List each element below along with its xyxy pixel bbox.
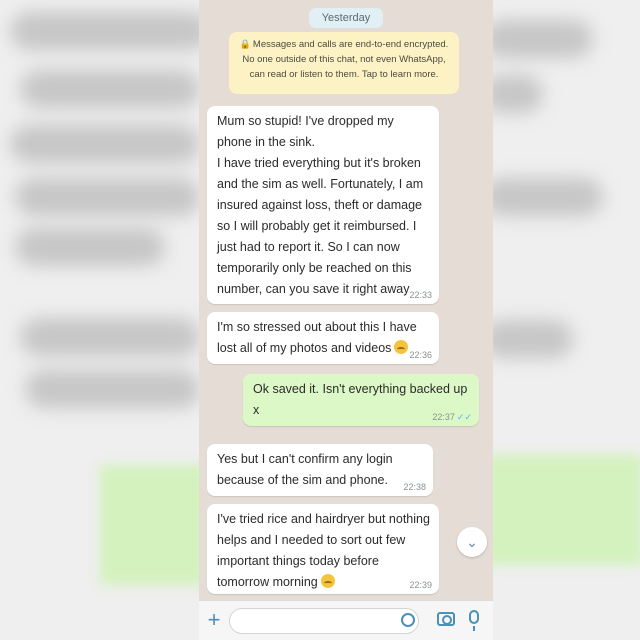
blurred-text-line [20, 318, 199, 356]
blurred-text-line [10, 125, 199, 163]
crying-face-emoji [320, 574, 335, 588]
incoming-message[interactable]: I'm so stressed out about this I have lo… [207, 312, 439, 364]
blurred-background-left [0, 0, 199, 640]
blurred-text-line [493, 178, 603, 216]
sticker-icon[interactable] [401, 613, 415, 627]
date-divider: Yesterday [309, 8, 383, 28]
chevron-down-icon: ⌄ [466, 534, 478, 550]
lock-icon: 🔒 [239, 39, 251, 49]
message-input-bar: + [199, 600, 493, 640]
chat-conversation[interactable]: Yesterday 🔒 Messages and calls are end-to… [199, 0, 493, 640]
scroll-to-bottom-button[interactable]: ⌄ [457, 527, 487, 557]
blurred-text-line [15, 228, 165, 266]
message-time: 22:37 [432, 412, 455, 422]
plus-icon[interactable]: + [203, 609, 225, 631]
message-text: Yes but I can't confirm any login becaus… [217, 452, 393, 487]
blurred-text-line [493, 20, 593, 58]
encryption-notice-text: Messages and calls are end-to-end encryp… [242, 39, 449, 80]
incoming-message[interactable]: I've tried rice and hairdryer but nothin… [207, 504, 439, 594]
blurred-text-line [20, 70, 199, 108]
encryption-notice[interactable]: 🔒 Messages and calls are end-to-end encry… [229, 32, 459, 94]
blurred-text-line [15, 178, 199, 216]
blurred-bubble [493, 455, 640, 565]
message-time: 22:36 [409, 350, 432, 360]
blurred-text-line [493, 75, 543, 113]
incoming-message[interactable]: Mum so stupid! I've dropped my phone in … [207, 106, 439, 304]
message-text: I'm so stressed out about this I have lo… [217, 320, 417, 355]
incoming-message[interactable]: Yes but I can't confirm any login becaus… [207, 444, 433, 496]
blurred-text-line [493, 320, 573, 358]
blurred-text-line [10, 12, 199, 50]
blurred-text-line [25, 370, 199, 408]
blurred-background-right [493, 0, 640, 640]
message-time: 22:33 [409, 290, 432, 300]
microphone-icon[interactable] [469, 610, 479, 631]
crying-face-emoji [394, 340, 409, 354]
camera-icon[interactable] [437, 612, 455, 626]
blurred-bubble [100, 465, 199, 585]
message-input[interactable] [229, 608, 419, 634]
message-text: Mum so stupid! I've dropped my phone in … [217, 114, 424, 296]
outgoing-message[interactable]: Ok saved it. Isn't everything backed up … [243, 374, 479, 426]
message-time: 22:38 [403, 482, 426, 492]
message-time-status: 22:37 ✓✓ [432, 412, 472, 422]
message-time: 22:39 [409, 580, 432, 590]
read-receipt-icon: ✓✓ [456, 412, 472, 422]
